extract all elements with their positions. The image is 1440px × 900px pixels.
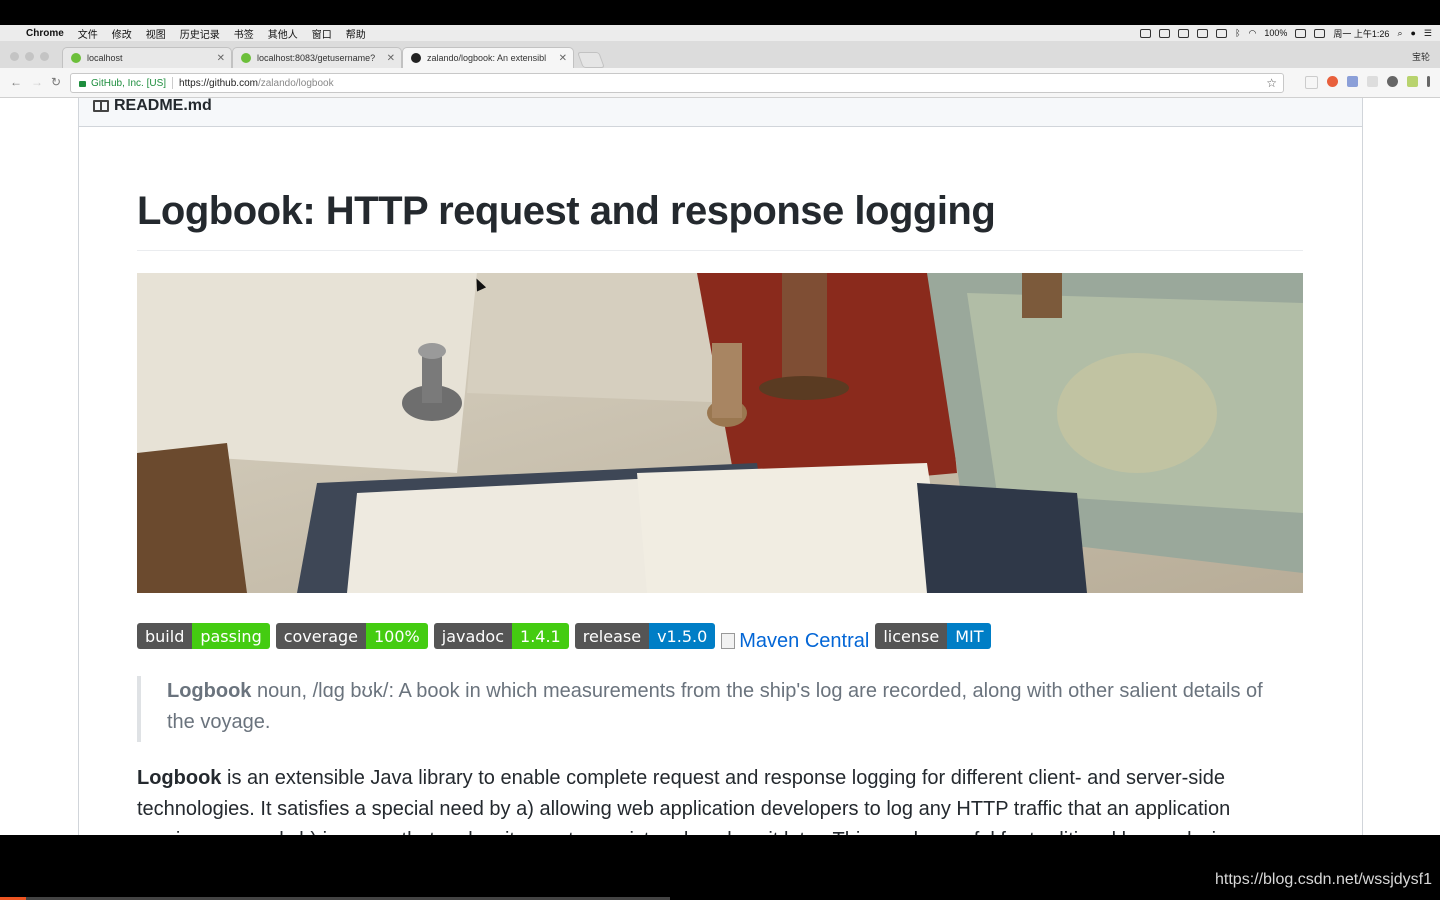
badge-value: MIT — [947, 623, 992, 649]
tab-title: localhost:8083/getusername? — [257, 53, 376, 63]
leaf-icon — [241, 53, 251, 63]
more-menu-icon[interactable] — [1427, 76, 1430, 87]
tab-close-icon[interactable]: ✕ — [559, 53, 567, 64]
menu-app-name[interactable]: Chrome — [26, 28, 64, 39]
definition-quote: Logbook noun, /lɑɡ bʊk/: A book in which… — [137, 676, 1277, 742]
quote-text: noun, /lɑɡ bʊk/: A book in which measure… — [167, 680, 1263, 733]
windows-icon[interactable] — [1197, 28, 1209, 38]
ime-icon[interactable] — [1216, 28, 1228, 38]
certificate-label[interactable]: GitHub, Inc. [US] — [91, 78, 166, 89]
address-bar[interactable]: GitHub, Inc. [US] https://github.com/zal… — [70, 73, 1284, 93]
bookmark-star-icon[interactable]: ☆ — [1266, 76, 1277, 90]
url-path: /zalando/logbook — [257, 77, 334, 89]
translate-icon[interactable] — [1347, 76, 1358, 87]
bluetooth-icon[interactable]: ᛒ — [1235, 28, 1240, 38]
maven-central-link[interactable]: Maven Central — [721, 628, 869, 654]
heading-divider — [137, 250, 1303, 251]
license-badge[interactable]: license MIT — [875, 623, 992, 649]
coverage-badge[interactable]: coverage 100% — [275, 623, 428, 649]
window-controls — [10, 52, 49, 61]
badge-label: coverage — [275, 623, 366, 649]
release-badge[interactable]: release v1.5.0 — [574, 623, 716, 649]
menu-item-file[interactable]: 文件 — [78, 26, 98, 41]
badge-row: build passing coverage 100% javadoc 1.4.… — [137, 623, 992, 652]
page-content: README.md Logbook: HTTP request and resp… — [0, 98, 1440, 835]
badge-label: license — [875, 623, 948, 649]
book-icon — [93, 100, 109, 112]
tab-zalando-logbook[interactable]: zalando/logbook: An extensibl ✕ — [402, 47, 574, 68]
pen-icon[interactable] — [1407, 76, 1418, 87]
tab-close-icon[interactable]: ✕ — [217, 53, 225, 64]
paragraph-text: is an extensible Java library to enable … — [137, 767, 1232, 835]
menu-item-help[interactable]: 帮助 — [346, 26, 366, 41]
record-icon[interactable] — [1327, 76, 1338, 87]
tab-title: localhost — [87, 53, 123, 63]
readme-filename: README.md — [114, 98, 212, 114]
zoom-window-icon[interactable] — [40, 52, 49, 61]
send-icon[interactable] — [1140, 28, 1152, 38]
siri-icon[interactable]: ● — [1410, 28, 1415, 38]
paragraph-term: Logbook — [137, 767, 222, 789]
back-arrow-icon[interactable]: ← — [10, 75, 22, 89]
badge-label: release — [574, 623, 650, 649]
menu-item-edit[interactable]: 修改 — [112, 26, 132, 41]
minimize-window-icon[interactable] — [25, 52, 34, 61]
intro-paragraph: Logbook is an extensible Java library to… — [137, 763, 1303, 835]
page-title: Logbook: HTTP request and response loggi… — [137, 189, 996, 233]
tab-localhost-8083[interactable]: localhost:8083/getusername? ✕ — [232, 47, 402, 68]
tab-close-icon[interactable]: ✕ — [387, 53, 395, 64]
menu-item-history[interactable]: 历史记录 — [180, 26, 220, 41]
hero-image — [137, 273, 1303, 593]
tab-strip: localhost ✕ localhost:8083/getusername? … — [0, 41, 1440, 68]
clock[interactable]: 周一 上午1:26 — [1333, 27, 1389, 40]
divider — [172, 77, 174, 89]
javadoc-badge[interactable]: javadoc 1.4.1 — [433, 623, 569, 649]
leaf-icon — [71, 53, 81, 63]
notification-list-icon[interactable]: ☰ — [1424, 28, 1432, 39]
menu-item-bookmarks[interactable]: 书签 — [234, 26, 254, 41]
screen: Chrome 文件 修改 视图 历史记录 书签 其他人 窗口 帮助 ᛒ ◠ 10… — [0, 25, 1440, 835]
extensions — [1305, 76, 1430, 89]
screen-icon[interactable] — [1159, 28, 1171, 38]
tab-title: zalando/logbook: An extensibl — [427, 53, 547, 63]
readme-header: README.md — [79, 98, 1362, 127]
evernote-icon[interactable] — [1387, 76, 1398, 87]
close-window-icon[interactable] — [10, 52, 19, 61]
badge-value: 100% — [366, 623, 428, 649]
grid-icon[interactable] — [1367, 76, 1378, 87]
wifi-icon[interactable]: ◠ — [1249, 28, 1257, 39]
badge-value: 1.4.1 — [512, 623, 569, 649]
badge-value: v1.5.0 — [649, 623, 716, 649]
shield-icon[interactable] — [1305, 76, 1318, 89]
github-icon — [411, 53, 421, 63]
forward-arrow-icon[interactable]: → — [31, 75, 43, 89]
browser-toolbar: ← → ↻ GitHub, Inc. [US] https://github.c… — [0, 68, 1440, 98]
watermark: https://blog.csdn.net/wssjdysf1 — [1215, 871, 1432, 888]
menu-item-window[interactable]: 窗口 — [312, 26, 332, 41]
badge-label: javadoc — [433, 623, 513, 649]
siri-keyboard-icon[interactable] — [1314, 28, 1326, 38]
battery-icon[interactable] — [1295, 28, 1307, 38]
logbook-desk-photo — [137, 273, 1303, 593]
readme-file-title: README.md — [93, 98, 212, 115]
broken-image-icon — [721, 633, 736, 649]
badge-value: passing — [192, 623, 270, 649]
build-badge[interactable]: build passing — [137, 623, 270, 649]
status-area: ᛒ ◠ 100% 周一 上午1:26 ⌕ ● ☰ — [1140, 25, 1432, 41]
url-host: https://github.com — [179, 77, 258, 89]
profile-name[interactable]: 宝轮 — [1412, 50, 1430, 63]
menu-item-people[interactable]: 其他人 — [268, 26, 298, 41]
tab-localhost[interactable]: localhost ✕ — [62, 47, 232, 68]
new-tab-button[interactable] — [577, 52, 605, 68]
lock-icon — [79, 81, 86, 87]
maven-alt-text: Maven Central — [739, 629, 870, 652]
menu-item-view[interactable]: 视图 — [146, 26, 166, 41]
badge-label: build — [137, 623, 193, 649]
spotlight-icon[interactable]: ⌕ — [1397, 28, 1402, 39]
reload-icon[interactable]: ↻ — [51, 75, 61, 89]
clipboard-icon[interactable] — [1178, 28, 1190, 38]
quote-term: Logbook — [167, 680, 252, 702]
battery-percent: 100% — [1264, 28, 1288, 38]
mac-menu-bar: Chrome 文件 修改 视图 历史记录 书签 其他人 窗口 帮助 ᛒ ◠ 10… — [0, 25, 1440, 41]
